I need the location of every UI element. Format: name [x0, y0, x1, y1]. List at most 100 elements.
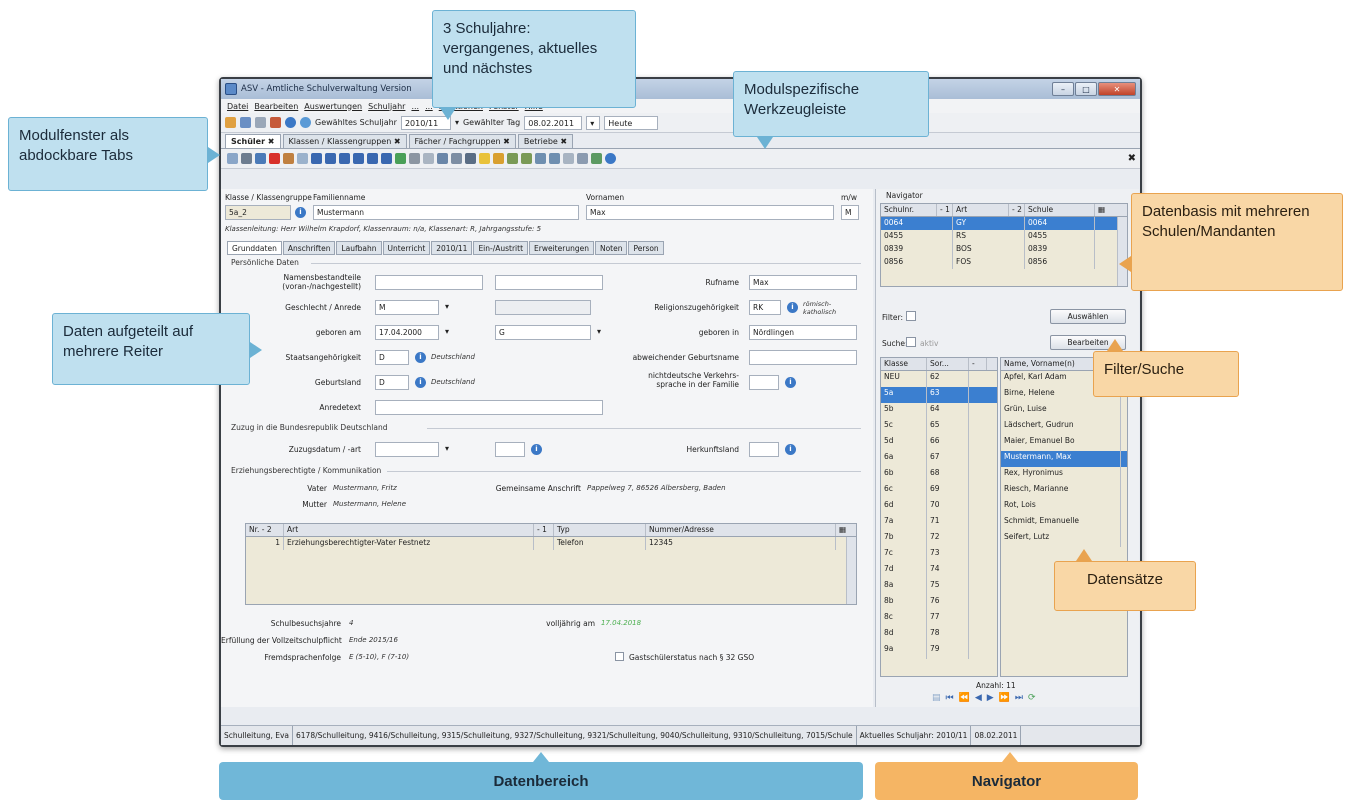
list-item[interactable]: 8a 75 [881, 579, 997, 595]
list-item[interactable]: Mustermann, Max [1001, 451, 1127, 467]
list-item[interactable]: 8d 78 [881, 627, 997, 643]
col-art[interactable]: Art [953, 204, 1009, 216]
menu-schuljahr[interactable]: Schuljahr [368, 102, 405, 111]
maximize-button[interactable]: □ [1075, 82, 1097, 96]
list-item[interactable]: NEU 62 [881, 371, 997, 387]
list-item[interactable]: 9a 79 [881, 643, 997, 659]
list-item[interactable]: 5b 64 [881, 403, 997, 419]
col-schule[interactable]: Schule [1025, 204, 1095, 216]
list-item[interactable]: 6a 67 [881, 451, 997, 467]
save-icon[interactable] [241, 153, 252, 164]
print-icon[interactable] [240, 117, 251, 128]
subtab-erweiterungen[interactable]: Erweiterungen [529, 241, 594, 255]
copy-icon[interactable] [255, 117, 266, 128]
people-icon[interactable] [507, 153, 518, 164]
heute-field[interactable]: Heute [604, 115, 659, 130]
filter-checkbox[interactable] [906, 311, 916, 321]
subtab-grunddaten[interactable]: Grunddaten [227, 241, 282, 255]
next-icon[interactable] [353, 153, 364, 164]
close-panel-icon[interactable]: ✖ [1128, 153, 1136, 164]
prev-page-icon[interactable] [325, 153, 336, 164]
group-icon[interactable] [521, 153, 532, 164]
col-schulnr[interactable]: Schulnr. [881, 204, 937, 216]
open-icon[interactable] [225, 117, 236, 128]
refresh-icon[interactable]: ⟳ [1028, 693, 1036, 703]
namensbestandteil-nach-field[interactable] [495, 275, 603, 290]
list-item[interactable]: 7d 74 [881, 563, 997, 579]
list-item[interactable]: 7a 71 [881, 515, 997, 531]
person-icon[interactable] [535, 153, 546, 164]
chevron-down-icon[interactable]: ▾ [445, 444, 449, 453]
menu-auswertungen[interactable]: Auswertungen [304, 102, 362, 111]
list-item[interactable]: Maier, Emanuel Bo [1001, 435, 1127, 451]
klasse-field[interactable]: 5a_2 [225, 205, 291, 220]
tag-field[interactable]: 08.02.2011 [524, 115, 583, 130]
herkunftsland-field[interactable] [749, 442, 779, 457]
info-icon[interactable] [285, 117, 296, 128]
table-row[interactable]: 0455 RS 0455 [881, 230, 1127, 243]
gaststatus-checkbox[interactable] [615, 652, 624, 661]
suche-checkbox[interactable] [906, 337, 916, 347]
list-item[interactable]: 6d 70 [881, 499, 997, 515]
next-page-icon[interactable]: ⏩ [999, 693, 1010, 703]
chevron-down-icon[interactable]: ▾ [445, 302, 449, 311]
document-icon[interactable] [437, 153, 448, 164]
col-nummer[interactable]: Nummer/Adresse [646, 524, 836, 536]
list-item[interactable]: 8c 77 [881, 611, 997, 627]
bulb-icon[interactable] [479, 153, 490, 164]
list-item[interactable]: Rex, Hyronimus [1001, 467, 1127, 483]
list-item[interactable]: Riesch, Marianne [1001, 483, 1127, 499]
help-icon[interactable] [605, 153, 616, 164]
info-icon[interactable]: i [295, 207, 306, 218]
delete-icon[interactable] [269, 153, 280, 164]
col-nr[interactable]: Nr. - 2 [246, 524, 284, 536]
geburtsland-field[interactable]: D [375, 375, 409, 390]
anrede-field[interactable] [495, 300, 591, 315]
geschlecht-field[interactable]: M [375, 300, 439, 315]
auswaehlen-button[interactable]: Auswählen [1050, 309, 1126, 324]
list-item[interactable]: 7c 73 [881, 547, 997, 563]
pencil-icon[interactable] [493, 153, 504, 164]
subtab-laufbahn[interactable]: Laufbahn [336, 241, 382, 255]
table-icon[interactable] [297, 153, 308, 164]
menu-hidden-1[interactable]: ... [411, 102, 419, 111]
table-scrollbar[interactable] [1117, 217, 1127, 286]
user-icon[interactable] [549, 153, 560, 164]
tab-schueler[interactable]: Schüler ✖ [225, 134, 281, 148]
list-item[interactable]: Schmidt, Emanuelle [1001, 515, 1127, 531]
tool-icon[interactable] [423, 153, 434, 164]
list-item[interactable]: 5a 63 [881, 387, 997, 403]
subtab-unterricht[interactable]: Unterricht [382, 241, 431, 255]
list-item[interactable]: Rot, Lois [1001, 499, 1127, 515]
table-scrollbar[interactable] [846, 537, 856, 604]
list-item[interactable]: 5d 66 [881, 435, 997, 451]
mw-field[interactable]: M [841, 205, 859, 220]
religion-field[interactable]: RK [749, 300, 781, 315]
calendar-icon[interactable] [270, 117, 281, 128]
subtab-schuljahr[interactable]: 2010/11 [431, 241, 473, 255]
prev-icon[interactable] [339, 153, 350, 164]
last-icon[interactable]: ⏭ [1015, 693, 1023, 703]
list-item[interactable]: 6c 69 [881, 483, 997, 499]
vornamen-field[interactable]: Max [586, 205, 834, 220]
zuzugsart-field[interactable] [495, 442, 525, 457]
info-icon[interactable]: i [415, 377, 426, 388]
next-icon[interactable]: ▶ [987, 693, 994, 703]
table-row[interactable]: 1 Erziehungsberechtigter-Vater Festnetz … [246, 537, 856, 550]
col-sortierung[interactable]: Sor... [927, 358, 969, 370]
info-icon[interactable]: i [415, 352, 426, 363]
subtab-noten[interactable]: Noten [594, 241, 628, 255]
new-icon[interactable] [227, 153, 238, 164]
first-icon[interactable] [311, 153, 322, 164]
info-icon[interactable]: i [787, 302, 798, 313]
tab-klassen[interactable]: Klassen / Klassengruppen ✖ [282, 134, 407, 148]
chart-icon[interactable] [591, 153, 602, 164]
tab-faecher[interactable]: Fächer / Fachgruppen ✖ [408, 134, 516, 148]
undo-icon[interactable] [255, 153, 266, 164]
list-item[interactable]: 6b 68 [881, 467, 997, 483]
next-page-icon[interactable] [367, 153, 378, 164]
last-icon[interactable] [381, 153, 392, 164]
close-button[interactable]: ✕ [1098, 82, 1136, 96]
verkehrssprache-field[interactable] [749, 375, 779, 390]
table-row[interactable]: 0856 FOS 0856 [881, 256, 1127, 269]
